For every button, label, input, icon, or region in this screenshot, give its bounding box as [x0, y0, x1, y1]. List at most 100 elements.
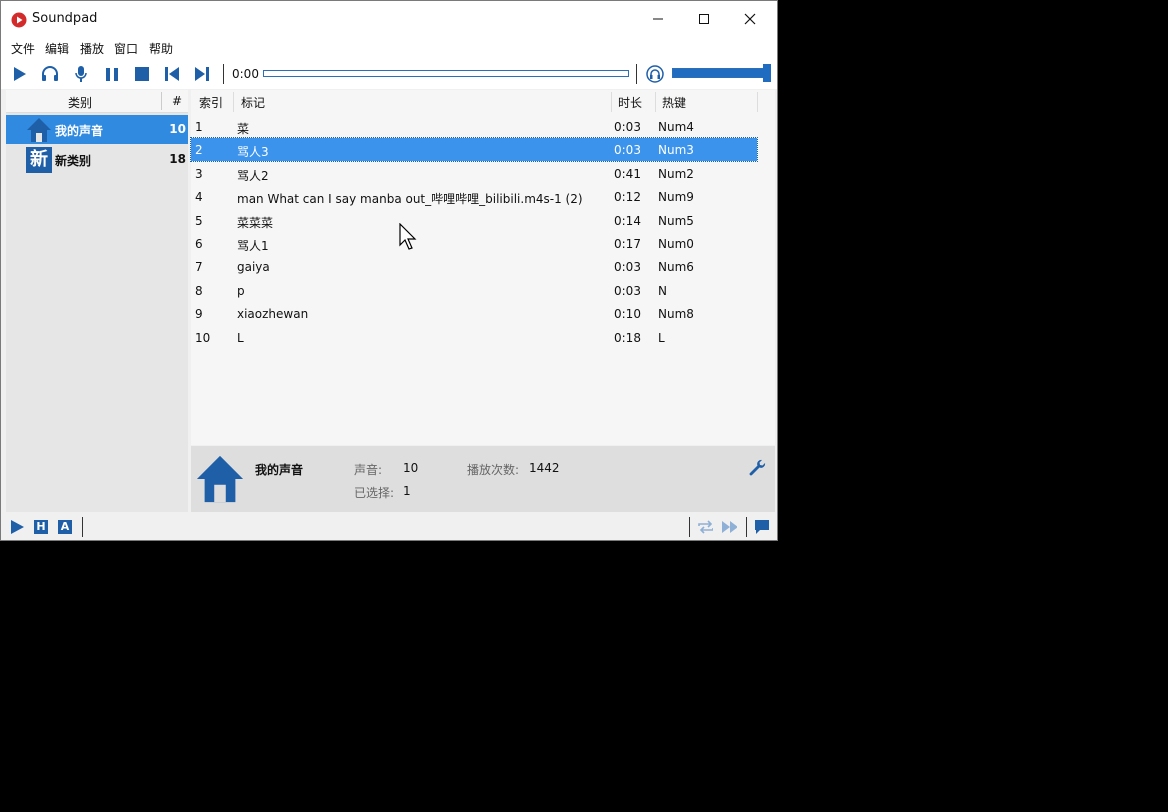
- a-icon: A: [58, 520, 72, 534]
- sound-row[interactable]: 10 L 0:18 L: [191, 326, 757, 349]
- index-column-header[interactable]: 索引: [199, 94, 223, 116]
- play-count-value: 1442: [529, 461, 560, 475]
- sound-hotkey: Num0: [658, 237, 694, 251]
- volume-thumb[interactable]: [763, 64, 771, 82]
- sound-index: 8: [195, 283, 203, 298]
- status-separator: [82, 517, 83, 537]
- sound-hotkey: Num4: [658, 120, 694, 134]
- previous-icon[interactable]: [162, 64, 182, 84]
- wrench-icon[interactable]: [749, 459, 767, 480]
- sound-row[interactable]: 9 xiaozhewan 0:10 Num8: [191, 302, 757, 325]
- menu-bar: 文件 编辑 播放 窗口 帮助: [1, 37, 777, 59]
- sound-duration: 0:03: [614, 260, 641, 275]
- sound-index: 5: [195, 213, 203, 228]
- status-separator: [689, 517, 690, 537]
- category-header: 类别 #: [6, 90, 188, 113]
- sound-index: 1: [195, 120, 203, 134]
- sound-row[interactable]: 5 菜菜菜 0:14 Num5: [191, 209, 757, 232]
- sound-duration: 0:03: [614, 283, 641, 298]
- toolbar: 0:00: [1, 59, 777, 89]
- sound-hotkey: Num5: [658, 213, 694, 228]
- sound-index: 7: [195, 260, 203, 275]
- mouse-cursor-icon: [399, 223, 417, 250]
- sound-row[interactable]: 1 菜 0:03 Num4: [191, 115, 757, 138]
- home-icon: [195, 454, 245, 507]
- sound-hotkey: L: [658, 330, 665, 345]
- play-icon[interactable]: [9, 64, 29, 84]
- sound-row[interactable]: 7 gaiya 0:03 Num6: [191, 255, 757, 278]
- playback-time: 0:00: [232, 67, 259, 81]
- menu-file[interactable]: 文件: [11, 40, 35, 57]
- window-title: Soundpad: [32, 11, 98, 26]
- a-toggle-button[interactable]: A: [57, 519, 73, 535]
- category-name: 我的声音: [55, 124, 104, 138]
- sound-hotkey: Num6: [658, 260, 694, 275]
- hotkey-column-header[interactable]: 热键: [662, 94, 686, 116]
- sound-hotkey: Num2: [658, 166, 694, 181]
- sound-hotkey: Num8: [658, 307, 694, 322]
- headphones-icon[interactable]: [40, 64, 60, 84]
- toolbar-separator: [636, 64, 637, 84]
- sound-tag: 菜菜菜: [237, 215, 274, 230]
- play-icon[interactable]: [9, 519, 25, 535]
- sound-hotkey: Num3: [658, 143, 694, 158]
- toolbar-separator: [223, 64, 224, 84]
- header-separator: [757, 92, 758, 112]
- maximize-button[interactable]: [681, 1, 727, 37]
- sound-tag: L: [237, 330, 244, 345]
- close-button[interactable]: [727, 1, 773, 37]
- category-item-new[interactable]: 新 新类别 18: [6, 145, 188, 174]
- sound-index: 4: [195, 190, 203, 205]
- sound-duration: 0:17: [614, 237, 641, 251]
- sound-tag: p: [237, 283, 245, 298]
- stop-icon[interactable]: [132, 64, 152, 84]
- sound-tag: 骂人1: [237, 239, 269, 253]
- status-bar: H A: [1, 514, 777, 540]
- microphone-icon[interactable]: [71, 64, 91, 84]
- sound-row[interactable]: 4 man What can I say manba out_哔哩哔哩_bilib…: [191, 185, 757, 208]
- sound-index: 9: [195, 307, 203, 322]
- menu-play[interactable]: 播放: [80, 40, 104, 57]
- category-panel: 类别 # 我的声音 10 新 新类别 18: [6, 90, 188, 512]
- category-name: 新类别: [55, 154, 92, 168]
- soundpad-window: Soundpad 文件 编辑 播放 窗口 帮助 0:00 类别 # 我的声音 1…: [0, 0, 778, 541]
- menu-edit[interactable]: 编辑: [45, 40, 69, 57]
- home-icon: [26, 117, 52, 143]
- h-icon: H: [34, 520, 48, 534]
- header-separator: [233, 92, 234, 112]
- sound-tag: xiaozhewan: [237, 307, 309, 322]
- count-column-header[interactable]: #: [172, 94, 182, 108]
- selected-value: 1: [403, 484, 411, 498]
- selected-label: 已选择:: [354, 486, 395, 500]
- category-column-header[interactable]: 类别: [68, 94, 92, 111]
- headphones-toggle-icon[interactable]: [645, 64, 665, 84]
- volume-fill: [673, 69, 764, 77]
- progress-bar[interactable]: [263, 70, 629, 77]
- menu-help[interactable]: 帮助: [149, 40, 173, 57]
- category-count: 18: [169, 152, 186, 166]
- sound-tag: 骂人3: [237, 145, 269, 160]
- sound-row[interactable]: 2 骂人3 0:03 Num3: [190, 137, 758, 163]
- sounds-value: 10: [403, 461, 419, 475]
- hotkeys-toggle-button[interactable]: H: [33, 519, 49, 535]
- tag-column-header[interactable]: 标记: [241, 94, 265, 116]
- sound-duration: 0:03: [614, 120, 641, 134]
- sound-tag: 菜: [237, 122, 250, 136]
- next-icon[interactable]: [192, 64, 212, 84]
- volume-slider[interactable]: [672, 68, 766, 78]
- repeat-icon[interactable]: [697, 519, 713, 535]
- fast-forward-icon[interactable]: [721, 519, 737, 535]
- sounds-label: 声音:: [354, 463, 383, 477]
- header-separator: [655, 92, 656, 112]
- chat-icon[interactable]: [754, 519, 770, 535]
- menu-window[interactable]: 窗口: [114, 40, 138, 57]
- minimize-button[interactable]: [635, 1, 681, 37]
- category-item-my-sounds[interactable]: 我的声音 10: [6, 115, 188, 144]
- sound-row[interactable]: 8 p 0:03 N: [191, 279, 757, 302]
- duration-column-header[interactable]: 时长: [618, 94, 642, 116]
- sound-index: 6: [195, 237, 203, 251]
- title-bar: Soundpad: [1, 1, 777, 37]
- pause-icon[interactable]: [102, 64, 122, 84]
- sound-row[interactable]: 3 骂人2 0:41 Num2: [191, 162, 757, 185]
- sound-row[interactable]: 6 骂人1 0:17 Num0: [191, 232, 757, 255]
